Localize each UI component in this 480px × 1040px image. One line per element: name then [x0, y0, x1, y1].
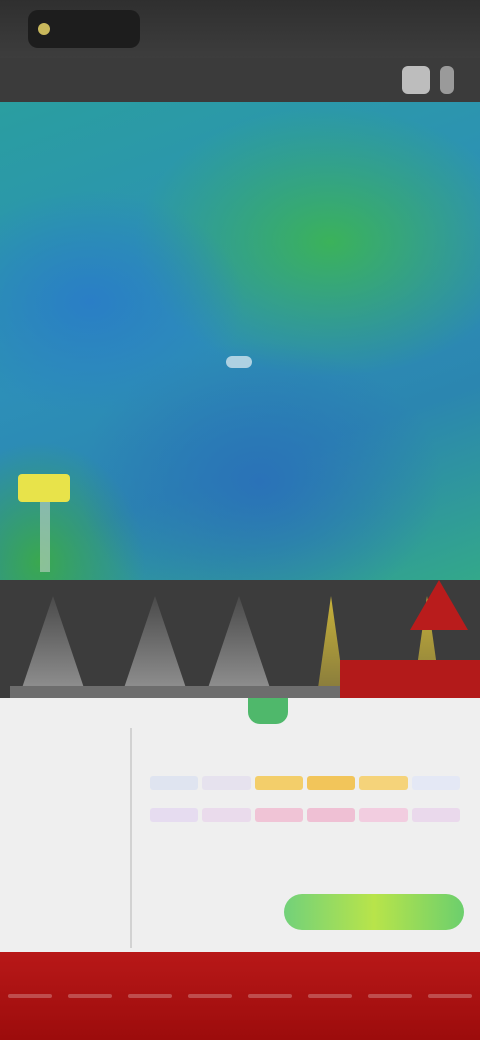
nav-item-indicator	[188, 994, 232, 998]
toolbar-actions	[402, 66, 454, 94]
app-toolbar	[0, 58, 480, 102]
nav-item[interactable]	[0, 972, 60, 1020]
forecast-cell	[254, 808, 303, 822]
bottom-navigation	[0, 952, 480, 1040]
timeline-alert-band	[340, 660, 480, 698]
timeline-peak	[208, 596, 270, 688]
timeline-alert-peak	[410, 580, 468, 630]
nav-item-indicator	[308, 994, 352, 998]
forecast-cell	[254, 776, 303, 790]
timeline-peak	[22, 596, 84, 688]
forecast-cell	[306, 776, 356, 790]
timeline-peak	[124, 596, 186, 688]
forecast-cell	[202, 776, 251, 790]
nav-item[interactable]	[360, 972, 420, 1020]
forecast-cell	[359, 776, 408, 790]
forecast-cell	[150, 776, 199, 790]
nav-item-indicator	[428, 994, 472, 998]
nav-item[interactable]	[420, 972, 480, 1020]
nav-item-indicator	[8, 994, 52, 998]
forecast-cell	[202, 808, 251, 822]
forecast-cell	[306, 808, 356, 822]
nav-item-indicator	[128, 994, 172, 998]
timeline-axis	[10, 686, 340, 698]
forecast-row	[150, 808, 460, 822]
nav-item[interactable]	[180, 972, 240, 1020]
forecast-cell	[150, 808, 199, 822]
forecast-timeline[interactable]	[0, 580, 480, 698]
status-bar	[0, 0, 480, 58]
forecast-cell	[359, 808, 408, 822]
map-label-pointer	[40, 502, 50, 572]
forecast-row	[150, 776, 460, 790]
nav-item[interactable]	[120, 972, 180, 1020]
forecast-cell	[411, 776, 460, 790]
status-pill	[28, 10, 140, 48]
nav-item[interactable]	[300, 972, 360, 1020]
time-slider[interactable]	[284, 894, 464, 930]
panel-left-column	[0, 728, 132, 948]
details-panel	[0, 698, 480, 952]
map-label[interactable]	[18, 474, 70, 502]
more-icon[interactable]	[440, 66, 454, 94]
nav-item[interactable]	[60, 972, 120, 1020]
layers-icon[interactable]	[402, 66, 430, 94]
notification-icon	[38, 23, 50, 35]
location-marker-icon[interactable]	[226, 356, 252, 368]
nav-item[interactable]	[240, 972, 300, 1020]
nav-item-indicator	[68, 994, 112, 998]
forecast-cell	[411, 808, 460, 822]
nav-item-indicator	[248, 994, 292, 998]
weather-map[interactable]	[0, 102, 480, 580]
panel-handle[interactable]	[248, 698, 288, 724]
nav-item-indicator	[368, 994, 412, 998]
